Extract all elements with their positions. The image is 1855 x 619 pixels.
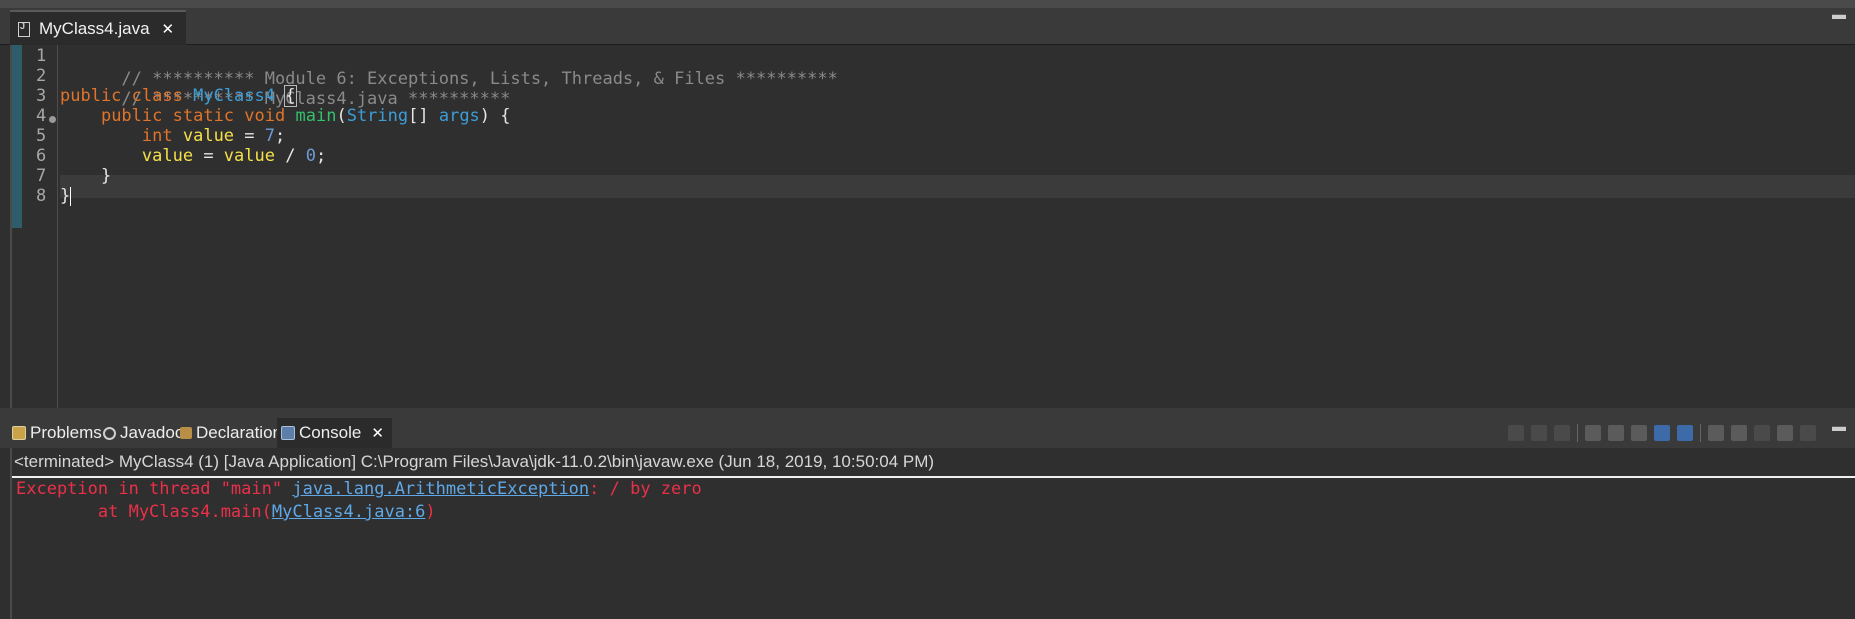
- current-line-highlight: [60, 175, 1855, 198]
- minimize-icon[interactable]: ▬: [1832, 6, 1846, 22]
- tab-label: Console: [299, 423, 362, 442]
- variable: value: [223, 146, 275, 166]
- bottom-panel-tab-bar: Problems Javadoc Declaration Console ✕ ▬: [0, 416, 1855, 448]
- error-text: ): [425, 502, 436, 522]
- toolbar-divider: [1577, 424, 1578, 442]
- closing-brace: }: [60, 186, 71, 206]
- punctuation: ) {: [479, 106, 511, 126]
- word-wrap-icon[interactable]: [1631, 425, 1647, 441]
- error-text: : / by zero: [589, 479, 702, 499]
- clear-console-icon[interactable]: [1585, 425, 1601, 441]
- scroll-lock-icon[interactable]: [1608, 425, 1624, 441]
- tab-label: Javadoc: [120, 423, 184, 442]
- console-icon: [281, 426, 295, 440]
- type-name: String: [346, 106, 409, 126]
- stack-trace-link[interactable]: MyClass4.java:6: [272, 502, 426, 522]
- error-text: Exception in thread "main": [16, 479, 293, 499]
- code-line-8: }: [60, 185, 72, 208]
- fold-marker-icon[interactable]: [49, 116, 56, 123]
- show-on-stderr-icon[interactable]: [1677, 425, 1693, 441]
- toolbar-divider: [1700, 424, 1701, 442]
- tab-problems[interactable]: Problems: [12, 418, 102, 448]
- console-process-label: <terminated> MyClass4 (1) [Java Applicat…: [14, 452, 935, 471]
- pin-console-icon[interactable]: [1708, 425, 1724, 441]
- remove-all-terminated-icon[interactable]: [1554, 425, 1570, 441]
- tab-console[interactable]: Console ✕: [277, 418, 392, 448]
- keyword: void: [244, 106, 286, 126]
- number-literal: 7: [264, 126, 276, 146]
- operator: /: [274, 146, 306, 166]
- show-on-stdout-icon[interactable]: [1654, 425, 1670, 441]
- line-number: 8: [36, 186, 47, 206]
- minimize-panel-icon[interactable]: ▬: [1832, 418, 1846, 434]
- tab-bar-stripe: [0, 0, 1855, 8]
- console-view[interactable]: <terminated> MyClass4 (1) [Java Applicat…: [10, 448, 1855, 619]
- variable: value: [182, 126, 235, 146]
- change-bar: [12, 45, 22, 228]
- terminate-icon[interactable]: [1508, 425, 1524, 441]
- operator: =: [193, 146, 224, 166]
- tab-javadoc[interactable]: Javadoc: [103, 418, 183, 448]
- console-line: at MyClass4.main(MyClass4.java:6): [16, 501, 702, 524]
- javadoc-icon: [103, 426, 116, 440]
- keyword: static: [172, 106, 235, 126]
- operator: =: [234, 126, 265, 146]
- class-name: MyClass4: [193, 86, 275, 106]
- display-selected-console-icon[interactable]: [1731, 425, 1747, 441]
- error-text: at MyClass4.main(: [16, 502, 272, 522]
- keyword: class: [131, 86, 183, 106]
- remove-launch-icon[interactable]: [1531, 425, 1547, 441]
- close-tab-icon[interactable]: ✕: [162, 20, 175, 38]
- number-literal: 0: [305, 146, 316, 166]
- keyword: public: [100, 106, 163, 126]
- console-toolbar: [1508, 424, 1816, 442]
- parameter-name: args: [438, 106, 480, 126]
- text-caret: [70, 186, 72, 206]
- variable: value: [141, 146, 194, 166]
- editor-tab-bar: MyClass4.java ✕ ▬: [0, 0, 1855, 46]
- console-output[interactable]: Exception in thread "main" java.lang.Ari…: [16, 478, 702, 524]
- matching-brace: {: [284, 85, 297, 107]
- dropdown-arrow-icon[interactable]: [1754, 425, 1770, 441]
- panel-separator[interactable]: [0, 408, 1855, 416]
- tab-myclass4-java[interactable]: MyClass4.java ✕: [10, 10, 187, 46]
- keyword: int: [141, 126, 173, 146]
- tab-declaration[interactable]: Declaration: [180, 418, 282, 448]
- declaration-icon: [180, 427, 192, 439]
- exception-link[interactable]: java.lang.ArithmeticException: [292, 479, 589, 499]
- close-tab-icon[interactable]: ✕: [371, 424, 384, 442]
- punctuation: ;: [315, 146, 327, 166]
- problems-icon: [12, 426, 26, 440]
- closing-brace: }: [100, 166, 112, 186]
- tab-title: MyClass4.java: [39, 19, 150, 38]
- view-menu-icon[interactable]: [1800, 425, 1816, 441]
- java-file-icon: [18, 21, 30, 37]
- console-line: Exception in thread "main" java.lang.Ari…: [16, 478, 702, 501]
- punctuation: (: [336, 106, 347, 126]
- tab-label: Declaration: [196, 423, 282, 442]
- punctuation: ;: [275, 126, 286, 146]
- keyword: public: [60, 86, 122, 106]
- method-name: main: [295, 106, 337, 126]
- open-console-icon[interactable]: [1777, 425, 1793, 441]
- tab-label: Problems: [30, 423, 102, 442]
- code-editor[interactable]: 1 2 3 4 5 6 7 8 // ********** Module 6: …: [10, 45, 1855, 408]
- line-number-gutter: 1 2 3 4 5 6 7 8: [12, 45, 58, 408]
- punctuation: []: [408, 106, 439, 126]
